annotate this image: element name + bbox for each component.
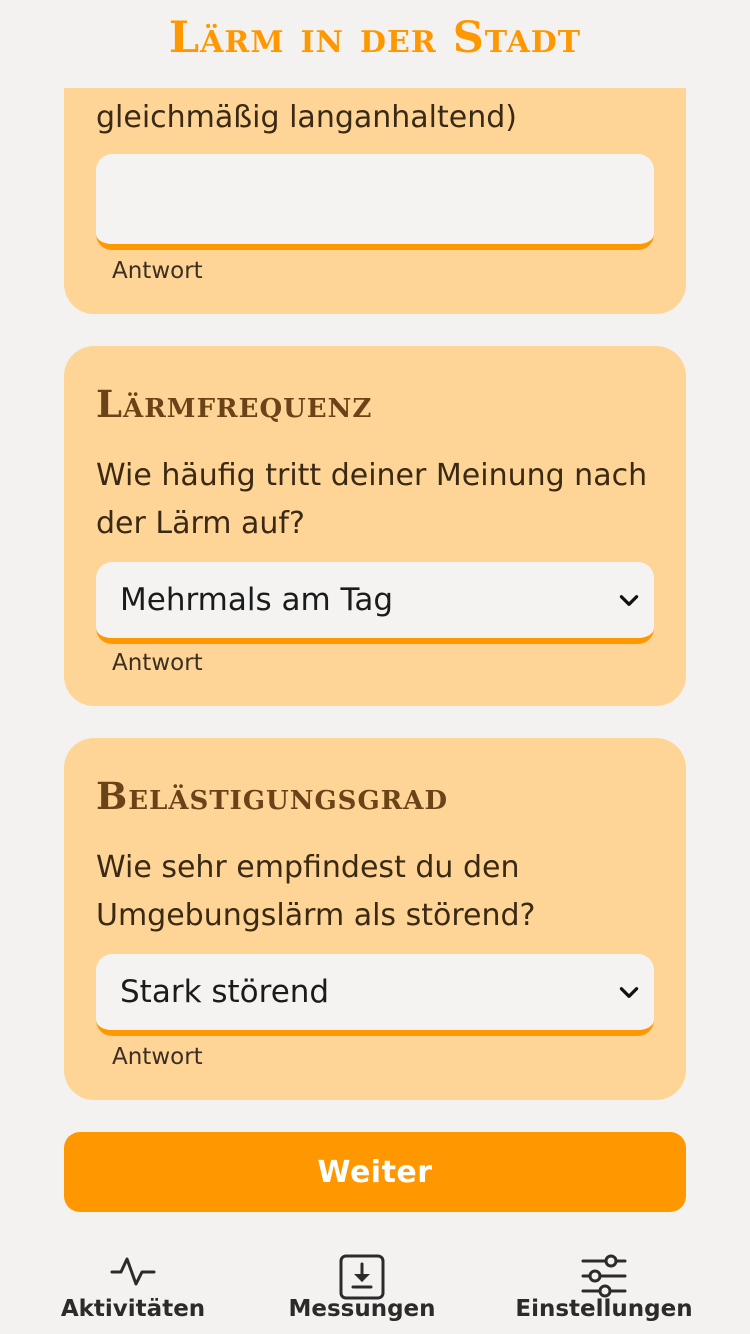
survey-scroll-area[interactable]: gleichmäßig langanhaltend) Antwort Lärmf… [0, 88, 750, 1220]
section-title: Lärmfrequenz [96, 382, 373, 426]
nav-item-settings[interactable]: Einstellungen [514, 1220, 694, 1334]
nav-label-settings: Einstellungen [515, 1296, 693, 1322]
frequency-selected-value: Mehrmals am Tag [120, 582, 394, 618]
question-text: Wie häufig tritt deiner Meinung nach der… [96, 458, 648, 541]
answer-helper-text: Antwort [112, 650, 203, 676]
nav-item-measurements[interactable]: Messungen [282, 1220, 442, 1334]
nav-item-activities[interactable]: Aktivitäten [40, 1220, 226, 1334]
answer-text-input[interactable] [96, 154, 654, 250]
app-header: Lärm in der Stadt [0, 0, 750, 88]
section-title: Belästigungsgrad [96, 774, 448, 818]
download-box-icon [339, 1254, 385, 1300]
frequency-select[interactable]: Mehrmals am Tag [96, 562, 654, 644]
sliders-icon [581, 1254, 627, 1298]
app-title: Lärm in der Stadt [168, 13, 582, 63]
survey-card-frequency: Lärmfrequenz Wie häufig tritt deiner Mei… [64, 346, 686, 706]
activity-icon [110, 1257, 156, 1286]
next-button[interactable]: Weiter [64, 1132, 686, 1212]
answer-helper-text: Antwort [112, 1044, 203, 1070]
app-screen: Lärm in der Stadt gleichmäßig langanhalt… [0, 0, 750, 1334]
nav-label-activities: Aktivitäten [60, 1296, 206, 1322]
question-text: Wie sehr empfindest du den Umgebungslärm… [96, 850, 536, 933]
annoyance-select[interactable]: Stark störend [96, 954, 654, 1036]
survey-card-annoyance: Belästigungsgrad Wie sehr empfindest du … [64, 738, 686, 1100]
annoyance-selected-value: Stark störend [120, 974, 330, 1010]
chevron-down-icon [619, 987, 639, 998]
answer-helper-text: Antwort [112, 258, 203, 284]
nav-label-measurements: Messungen [288, 1296, 436, 1322]
survey-card-previous: gleichmäßig langanhaltend) Antwort [64, 88, 686, 314]
chevron-down-icon [619, 595, 639, 606]
bottom-navigation: Aktivitäten Messungen Einstellungen [0, 1220, 750, 1334]
question-text: gleichmäßig langanhaltend) [96, 100, 517, 135]
